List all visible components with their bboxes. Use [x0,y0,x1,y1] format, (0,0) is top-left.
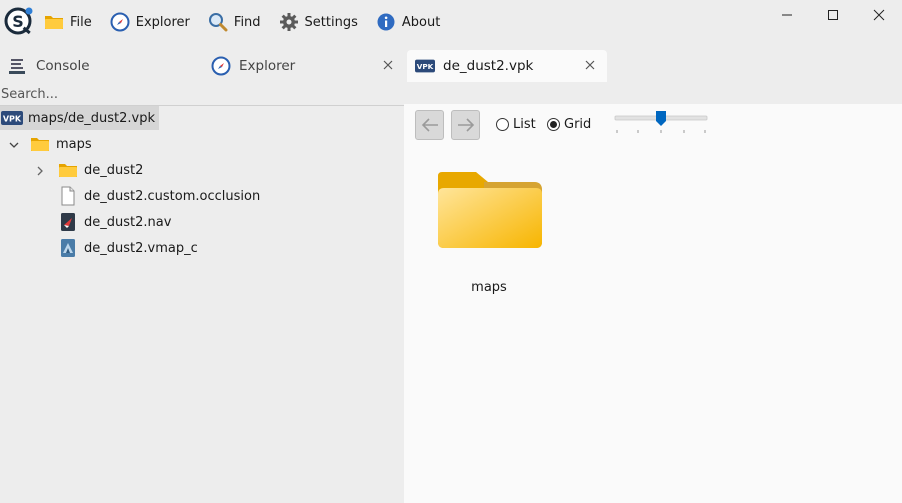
slider-thumb [656,111,666,126]
app-logo-icon: S [4,7,33,35]
tab-console[interactable]: Console [0,50,203,82]
tab-console-label: Console [36,58,90,74]
tree-item-label: de_dust2.nav [84,214,172,230]
grid-item-maps[interactable]: maps [434,168,544,298]
menu-find-label: Find [233,14,261,30]
tree-item-label: maps [56,136,92,152]
tab-de-dust2-vpk-label: de_dust2.vpk [443,58,534,74]
menu-find[interactable]: Find [208,12,261,32]
close-tab-icon[interactable] [381,58,395,72]
minimize-button[interactable] [764,0,810,30]
radio-circle [547,118,560,131]
arrow-right-icon [457,118,474,132]
tab-bar: Console Explorer VPK de_dust2.vpk [0,50,902,82]
browser-panel: List Grid maps [404,104,902,503]
tree-item-maps[interactable]: maps [30,132,92,156]
tab-de-dust2-vpk[interactable]: VPK de_dust2.vpk [407,50,607,82]
view-grid-radio[interactable]: Grid [547,117,591,132]
tree-item-nav[interactable]: de_dust2.nav [58,210,171,234]
menu-about[interactable]: About [376,12,440,32]
window-controls [764,0,902,30]
compass-icon [211,56,231,76]
zoom-slider[interactable] [614,110,708,140]
tree-item-custom-occlusion[interactable]: de_dust2.custom.occlusion [58,184,260,208]
chevron-right-icon[interactable] [34,165,46,177]
menu-file[interactable]: File [44,12,92,32]
chevron-down-icon[interactable] [8,139,20,151]
gear-icon [279,13,298,31]
close-icon [873,9,885,21]
tree-root-label: maps/de_dust2.vpk [28,110,156,126]
tree-item-label: de_dust2.vmap_c [84,240,198,256]
vpk-icon: VPK [415,56,435,76]
folder-icon [438,172,542,248]
menu-settings[interactable]: Settings [279,12,358,32]
radio-selected-dot [550,121,557,128]
search-input[interactable] [0,84,404,104]
grid-item-label: maps [471,280,507,295]
file-icon [61,186,75,206]
svg-text:VPK: VPK [417,62,434,71]
menu-explorer-label: Explorer [135,14,190,30]
forward-button[interactable] [451,110,480,140]
tree-item-label: de_dust2 [84,162,144,178]
tab-explorer-label: Explorer [239,58,296,74]
menu-about-label: About [401,14,441,30]
svg-text:S: S [12,12,24,31]
view-grid-label: Grid [564,117,592,132]
close-window-button[interactable] [856,0,902,30]
minimize-icon [782,14,792,16]
file-tree-panel: VPK maps/de_dust2.vpk maps de_dust2 de_d… [0,82,404,503]
info-icon [377,13,395,31]
view-list-radio[interactable]: List [496,117,536,132]
tree-item-vmap[interactable]: de_dust2.vmap_c [58,236,198,260]
back-button[interactable] [415,110,444,140]
tree-root-vpk[interactable]: VPK maps/de_dust2.vpk [0,106,160,130]
close-tab-icon[interactable] [583,58,597,72]
folder-icon [45,16,63,29]
maximize-button[interactable] [810,0,856,30]
folder-icon [31,138,49,151]
arrow-left-icon [421,118,438,132]
view-list-label: List [513,117,536,132]
folder-icon [59,164,77,177]
tree-item-de-dust2-folder[interactable]: de_dust2 [58,158,143,182]
nav-file-icon [61,213,75,231]
maximize-icon [828,10,838,20]
tree-item-label: de_dust2.custom.occlusion [84,188,261,204]
menu-file-label: File [70,14,92,30]
menu-settings-label: Settings [304,14,358,30]
vpk-icon: VPK [0,108,24,128]
title-bar: S File Explorer Find Settings About [0,0,902,44]
radio-circle [496,118,509,131]
menu-explorer[interactable]: Explorer [110,12,190,32]
vmap-file-icon [61,239,75,257]
magnifier-icon [208,13,228,32]
console-icon [9,59,25,74]
svg-text:VPK: VPK [3,115,22,124]
main-menu: File Explorer Find Settings About [44,12,458,32]
compass-icon [110,12,130,32]
tab-explorer[interactable]: Explorer [203,50,405,82]
